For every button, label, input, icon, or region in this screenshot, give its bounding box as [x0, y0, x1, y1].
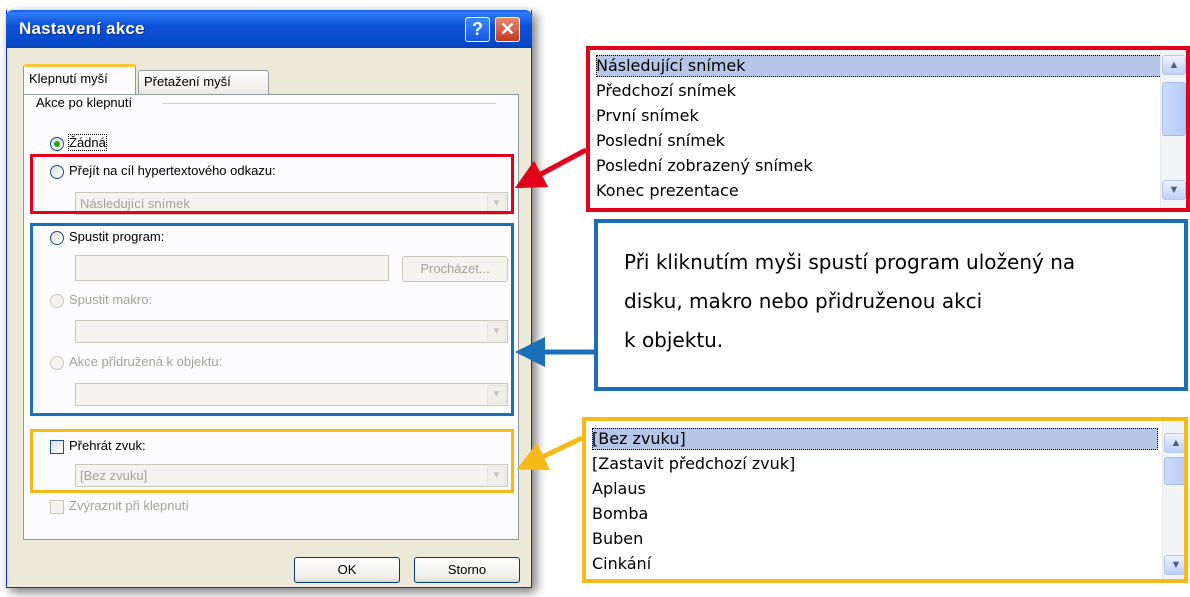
tab-mouse-click[interactable]: Klepnutí myší: [23, 64, 136, 94]
callout-arrows: [514, 147, 594, 471]
red-arrow: [514, 147, 588, 189]
yellow-arrow: [516, 435, 584, 471]
